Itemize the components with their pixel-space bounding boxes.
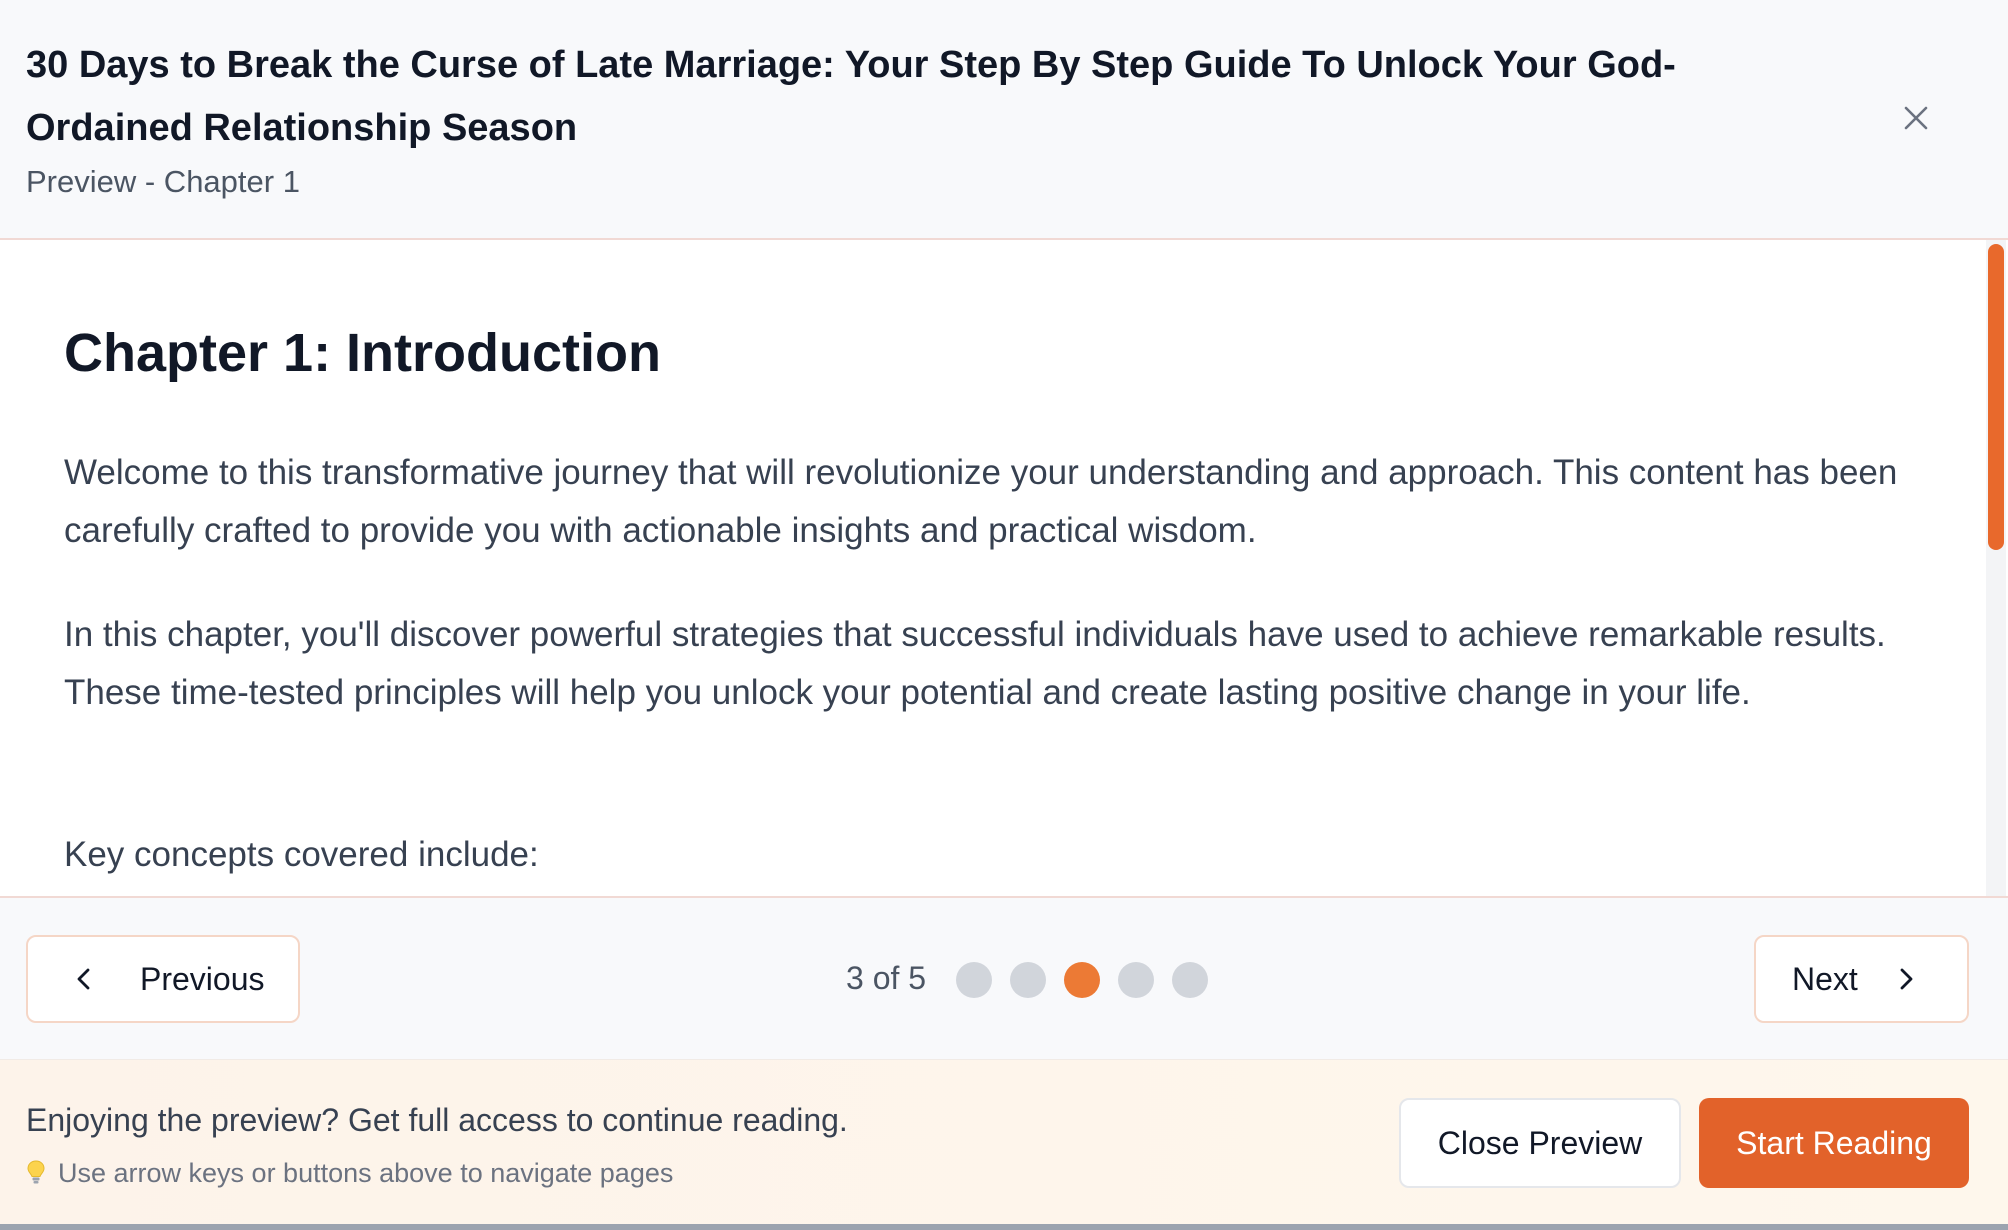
chapter-paragraph: In this chapter, you'll discover powerfu… (64, 615, 1886, 712)
page-dot-1[interactable] (956, 962, 992, 998)
previous-label: Previous (140, 960, 265, 997)
page-indicator: 3 of 5 (846, 960, 927, 996)
modal-header: 30 Days to Break the Curse of Late Marri… (0, 0, 2008, 240)
previous-button[interactable]: Previous (26, 935, 300, 1023)
page-dot-3-active[interactable] (1064, 962, 1100, 998)
page-dot-5[interactable] (1172, 962, 1208, 998)
close-preview-button[interactable]: Close Preview (1399, 1098, 1681, 1188)
navigation-hint: Use arrow keys or buttons above to navig… (26, 1156, 673, 1190)
chevron-left-icon (74, 967, 94, 991)
chapter-content[interactable]: Chapter 1: Introduction Welcome to this … (0, 240, 2008, 896)
lightbulb-icon (26, 1159, 46, 1187)
page-dot-2[interactable] (1010, 962, 1046, 998)
window-bottom-edge (0, 1224, 2008, 1230)
content-scrollbar[interactable] (1986, 240, 2006, 896)
page-navigation: Previous 3 of 5 Next (0, 896, 2008, 1060)
preview-cta-footer: Enjoying the preview? Get full access to… (0, 1060, 2008, 1224)
chapter-title: Chapter 1: Introduction (64, 323, 661, 383)
chapter-paragraph: Welcome to this transformative journey t… (64, 453, 1898, 550)
page-dot-4[interactable] (1118, 962, 1154, 998)
chevron-right-icon (1896, 967, 1916, 991)
chapter-paragraph: Key concepts covered include: (64, 835, 539, 874)
preview-modal: 30 Days to Break the Curse of Late Marri… (0, 0, 2008, 1230)
next-button[interactable]: Next (1754, 935, 1969, 1023)
book-title: 30 Days to Break the Curse of Late Marri… (26, 44, 1676, 149)
cta-message: Enjoying the preview? Get full access to… (26, 1102, 848, 1138)
scrollbar-thumb[interactable] (1988, 244, 2004, 550)
page-dots (956, 962, 1208, 998)
hint-text: Use arrow keys or buttons above to navig… (58, 1158, 674, 1188)
start-reading-button[interactable]: Start Reading (1699, 1098, 1969, 1188)
next-label: Next (1792, 960, 1858, 997)
close-icon[interactable] (1896, 98, 1936, 138)
preview-subtitle: Preview - Chapter 1 (26, 164, 300, 199)
